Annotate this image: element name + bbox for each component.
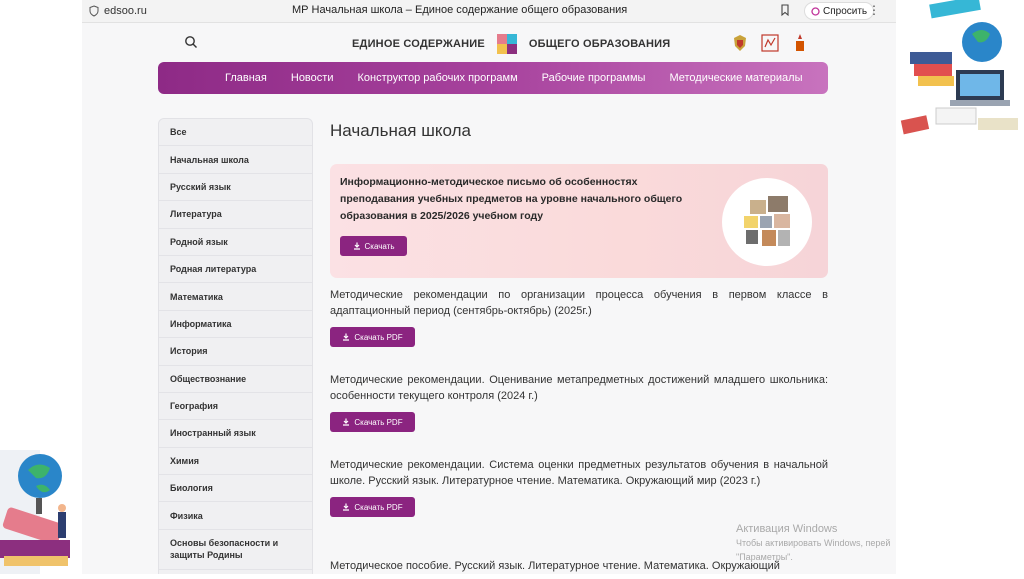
nav-item-news[interactable]: Новости	[291, 72, 334, 84]
sidebar-item-russian[interactable]: Русский язык	[159, 174, 312, 202]
subject-sidebar: Все Начальная школа Русский язык Литерат…	[158, 118, 313, 574]
sidebar-item-native-language[interactable]: Родной язык	[159, 229, 312, 256]
nav-item-work-programs[interactable]: Рабочие программы	[542, 72, 646, 84]
search-icon[interactable]	[184, 35, 198, 49]
document-item: Методические рекомендации по организации…	[330, 288, 828, 347]
document-title: Методические рекомендации по организации…	[330, 289, 828, 317]
ask-button[interactable]: Спросить	[804, 2, 875, 20]
site-logo-icon	[496, 34, 517, 54]
document-title: Методические рекомендации. Система оценк…	[330, 459, 828, 487]
featured-banner: Информационно-методическое письмо об осо…	[330, 164, 828, 278]
banner-text: Информационно-методическое письмо об осо…	[340, 176, 683, 222]
main-content: Начальная школа Информационно-методическ…	[330, 118, 830, 572]
sidebar-item-literature[interactable]: Литература	[159, 201, 312, 229]
address-bar-url[interactable]: edsoo.ru	[104, 5, 147, 17]
site-title-left: ЕДИНОЕ СОДЕРЖАНИЕ	[352, 38, 485, 50]
sidebar-item-safety[interactable]: Основы безопасности и защиты Родины	[159, 530, 312, 570]
sidebar-item-math[interactable]: Математика	[159, 283, 312, 311]
main-navigation: Главная Новости Конструктор рабочих прог…	[158, 62, 828, 94]
page-tab-title: МР Начальная школа – Единое содержание о…	[292, 4, 628, 16]
browser-window: edsoo.ru МР Начальная школа – Единое сод…	[82, 0, 896, 574]
download-pdf-label: Скачать PDF	[354, 502, 403, 512]
watermark-title: Активация Windows	[736, 523, 838, 535]
institute-logo-icon[interactable]	[760, 32, 780, 54]
site-info-icon[interactable]	[88, 5, 100, 17]
download-pdf-button[interactable]: Скачать PDF	[330, 412, 415, 432]
banner-books-image	[722, 178, 812, 266]
sidebar-item-biology[interactable]: Биология	[159, 475, 312, 503]
sidebar-item-physics[interactable]: Физика	[159, 502, 312, 530]
sidebar-item-geography[interactable]: География	[159, 393, 312, 421]
download-icon	[343, 503, 350, 511]
decorative-illustration-left	[0, 430, 82, 574]
page-title: Начальная школа	[330, 121, 471, 140]
watermark-line-2: "Параметры".	[736, 552, 793, 562]
partner-logos	[730, 32, 810, 54]
download-icon	[353, 242, 360, 250]
sidebar-item-primary-school[interactable]: Начальная школа	[159, 146, 312, 174]
download-icon	[343, 418, 350, 426]
banner-download-label: Скачать	[364, 241, 395, 251]
browser-toolbar: edsoo.ru МР Начальная школа – Единое сод…	[82, 0, 896, 23]
site-header: ЕДИНОЕ СОДЕРЖАНИЕ ОБЩЕГО ОБРАЗОВАНИЯ	[82, 22, 896, 62]
download-pdf-button[interactable]: Скачать PDF	[330, 497, 415, 517]
sidebar-item-all[interactable]: Все	[159, 119, 312, 147]
site-title-right: ОБЩЕГО ОБРАЗОВАНИЯ	[528, 38, 671, 50]
sidebar-item-native-literature[interactable]: Родная литература	[159, 256, 312, 284]
bookmark-icon[interactable]	[778, 3, 792, 17]
ministry-emblem-icon[interactable]	[730, 32, 750, 54]
document-item: Методические рекомендации. Оценивание ме…	[330, 373, 828, 432]
sidebar-item-chemistry[interactable]: Химия	[159, 448, 312, 476]
ask-button-label: Спросить	[823, 5, 868, 17]
document-item: Методические рекомендации. Система оценк…	[330, 458, 828, 517]
academy-logo-icon[interactable]	[790, 32, 810, 54]
sidebar-item-history[interactable]: История	[159, 338, 312, 366]
download-icon	[343, 333, 350, 341]
sidebar-item-social-studies[interactable]: Обществознание	[159, 366, 312, 393]
sidebar-item-foreign-language[interactable]: Иностранный язык	[159, 420, 312, 448]
nav-item-methodical-materials[interactable]: Методические материалы	[669, 72, 802, 84]
document-title: Методические рекомендации. Оценивание ме…	[330, 374, 828, 402]
download-pdf-label: Скачать PDF	[354, 417, 403, 427]
sidebar-item-informatics[interactable]: Информатика	[159, 311, 312, 339]
windows-activation-watermark: Активация Windows Чтобы активировать Win…	[736, 523, 896, 563]
assistant-icon	[811, 6, 820, 16]
download-pdf-label: Скачать PDF	[354, 332, 403, 342]
watermark-line-1: Чтобы активировать Windows, перей	[736, 538, 891, 548]
decorative-illustration-right	[896, 0, 1024, 150]
nav-item-program-builder[interactable]: Конструктор рабочих программ	[357, 72, 517, 84]
nav-item-home[interactable]: Главная	[225, 72, 267, 84]
download-pdf-button[interactable]: Скачать PDF	[330, 327, 415, 347]
site-logo-title[interactable]: ЕДИНОЕ СОДЕРЖАНИЕ ОБЩЕГО ОБРАЗОВАНИЯ	[352, 34, 670, 54]
browser-menu-icon[interactable]: ⋮	[868, 3, 880, 17]
banner-download-button[interactable]: Скачать	[340, 236, 407, 256]
web-page: ЕДИНОЕ СОДЕРЖАНИЕ ОБЩЕГО ОБРАЗОВАНИЯ Гла…	[82, 22, 896, 574]
